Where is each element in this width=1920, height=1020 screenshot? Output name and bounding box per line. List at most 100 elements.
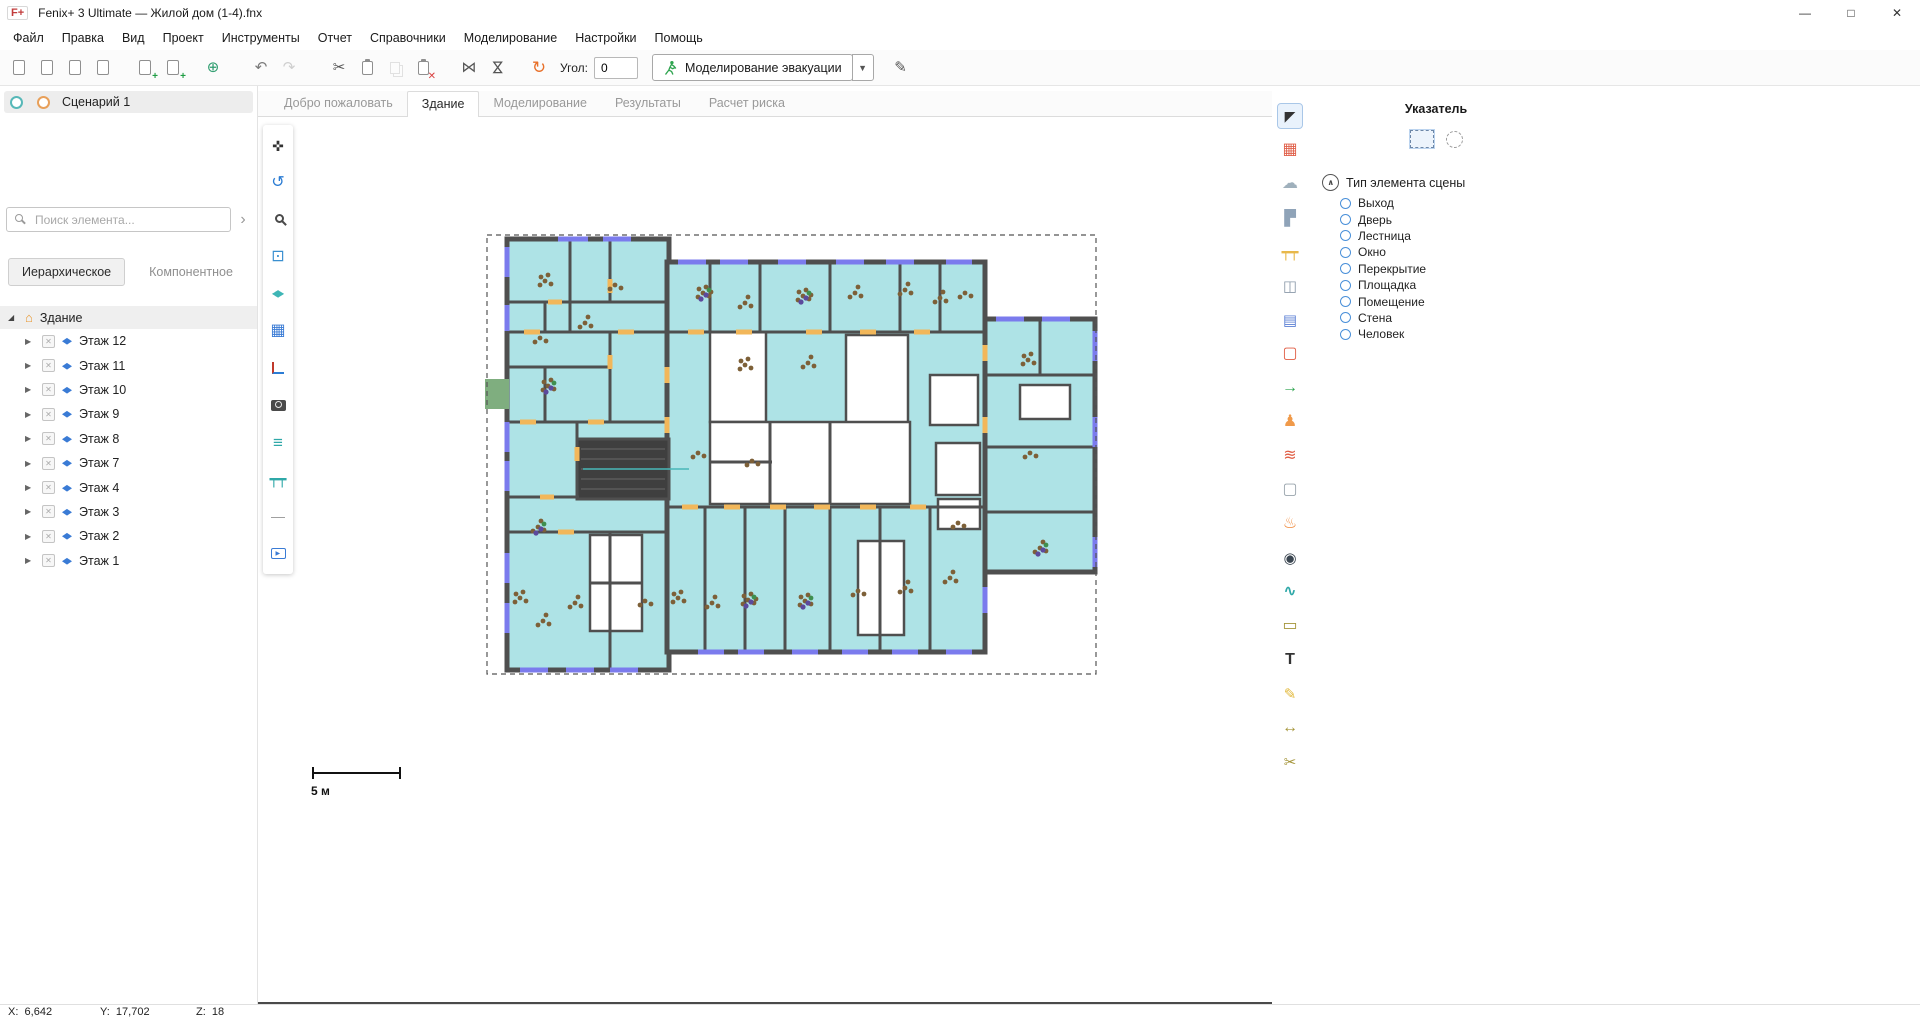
grid-icon[interactable]: ▦: [266, 319, 290, 343]
menu-tools[interactable]: Инструменты: [213, 31, 309, 45]
element-type-option[interactable]: Окно: [1340, 244, 1920, 260]
clone-scenario-icon[interactable]: +: [160, 55, 186, 81]
stairs-icon[interactable]: ▛: [1278, 206, 1302, 230]
open-project-icon[interactable]: [34, 55, 60, 81]
visibility-toggle-icon[interactable]: ✕: [42, 335, 55, 348]
door-icon[interactable]: ◫: [1278, 274, 1302, 298]
element-type-option[interactable]: Выход: [1340, 195, 1920, 211]
tree-floor-row[interactable]: ▶✕◆Этаж 1: [0, 549, 257, 573]
element-type-option[interactable]: Стена: [1340, 310, 1920, 326]
evacuation-simulation-button[interactable]: Моделирование эвакуации: [652, 54, 853, 81]
move-tool-icon[interactable]: ✜: [266, 134, 290, 158]
tree-floor-row[interactable]: ▶✕◆Этаж 4: [0, 475, 257, 499]
cloud-icon[interactable]: ☁: [1278, 172, 1302, 196]
window-icon[interactable]: ▤: [1278, 308, 1302, 332]
expand-icon[interactable]: ◢: [8, 313, 18, 322]
tree-floor-row[interactable]: ▶✕◆Этаж 8: [0, 427, 257, 451]
element-type-option[interactable]: Дверь: [1340, 211, 1920, 227]
person-icon[interactable]: ♟: [1278, 410, 1302, 434]
exit-icon[interactable]: →: [1278, 376, 1302, 400]
paste-icon[interactable]: [354, 55, 380, 81]
menu-settings[interactable]: Настройки: [566, 31, 645, 45]
tab-results[interactable]: Результаты: [601, 91, 695, 116]
menu-file[interactable]: Файл: [4, 31, 53, 45]
mirror-vertical-icon[interactable]: ⋈: [484, 55, 510, 81]
radio-icon[interactable]: [1340, 263, 1351, 274]
expand-icon[interactable]: ▶: [25, 532, 35, 541]
pointer-tool-icon[interactable]: ◤: [1278, 104, 1302, 128]
divider-line-icon[interactable]: —: [266, 504, 290, 528]
maximize-button[interactable]: □: [1828, 0, 1874, 26]
visibility-toggle-icon[interactable]: ✕: [42, 457, 55, 470]
visibility-toggle-icon[interactable]: ✕: [42, 481, 55, 494]
rooms-table-icon[interactable]: ▦: [1278, 138, 1302, 162]
radio-icon[interactable]: [1340, 280, 1351, 291]
menu-references[interactable]: Справочники: [361, 31, 455, 45]
annotation-icon[interactable]: ✎: [1278, 682, 1302, 706]
presentation-icon[interactable]: [266, 541, 290, 565]
cut-icon[interactable]: ✂: [326, 55, 352, 81]
radio-icon[interactable]: [1340, 214, 1351, 225]
expand-icon[interactable]: ▶: [25, 459, 35, 468]
element-type-option[interactable]: Помещение: [1340, 293, 1920, 309]
evacuation-dropdown-button[interactable]: ▼: [852, 54, 874, 81]
minimize-button[interactable]: —: [1782, 0, 1828, 26]
opening-icon[interactable]: ▢: [1278, 342, 1302, 366]
chart-icon[interactable]: ∿: [1278, 580, 1302, 604]
radio-icon[interactable]: [1340, 230, 1351, 241]
axes-icon[interactable]: [266, 356, 290, 380]
tree-floor-row[interactable]: ▶✕◆Этаж 3: [0, 500, 257, 524]
undo-icon[interactable]: ↶: [248, 55, 274, 81]
floorplan-canvas[interactable]: 5 м: [258, 117, 1272, 1004]
radio-icon[interactable]: [1340, 329, 1351, 340]
region-icon[interactable]: ▢: [1278, 478, 1302, 502]
expand-icon[interactable]: ▶: [25, 337, 35, 346]
scenario-state2-icon[interactable]: [37, 96, 50, 109]
visibility-toggle-icon[interactable]: ✕: [42, 432, 55, 445]
radio-icon[interactable]: [1340, 198, 1351, 209]
visibility-toggle-icon[interactable]: ✕: [42, 383, 55, 396]
tree-floor-row[interactable]: ▶✕◆Этаж 9: [0, 402, 257, 426]
visibility-toggle-icon[interactable]: ✕: [42, 554, 55, 567]
tab-building[interactable]: Здание: [407, 91, 480, 117]
rect-select-icon[interactable]: [1410, 130, 1434, 148]
text-tool-icon[interactable]: T: [1278, 648, 1302, 672]
search-input[interactable]: [6, 207, 231, 232]
hierarchy-tab-1[interactable]: Иерархическое: [8, 258, 125, 286]
expand-icon[interactable]: ▶: [25, 410, 35, 419]
delete-icon[interactable]: ✕: [410, 55, 436, 81]
menu-edit[interactable]: Правка: [53, 31, 113, 45]
view-3d-icon[interactable]: ◆: [266, 282, 290, 306]
measure-area-icon[interactable]: ▭: [1278, 614, 1302, 638]
detector-icon[interactable]: ◉: [1278, 546, 1302, 570]
expand-icon[interactable]: ▶: [25, 483, 35, 492]
dimension-icon[interactable]: ↔: [1278, 716, 1302, 740]
expand-icon[interactable]: ▶: [25, 385, 35, 394]
sync-icon[interactable]: ⊕: [200, 55, 226, 81]
tree-floor-row[interactable]: ▶✕◆Этаж 2: [0, 524, 257, 548]
menu-view[interactable]: Вид: [113, 31, 154, 45]
tree-root-row[interactable]: ◢ ⌂ Здание: [0, 306, 257, 329]
menu-report[interactable]: Отчет: [309, 31, 361, 45]
tab-modeling[interactable]: Моделирование: [479, 91, 601, 116]
zoom-tool-icon[interactable]: [266, 208, 290, 232]
mirror-horizontal-icon[interactable]: ⋈: [456, 55, 482, 81]
save-project-icon[interactable]: [62, 55, 88, 81]
check-document-icon[interactable]: ✎: [888, 55, 914, 81]
fit-view-icon[interactable]: ⊡: [266, 245, 290, 269]
menu-modeling[interactable]: Моделирование: [455, 31, 567, 45]
radio-icon[interactable]: [1340, 312, 1351, 323]
expand-icon[interactable]: ▶: [25, 507, 35, 516]
rotate-icon[interactable]: ↻: [526, 55, 552, 81]
tab-risk[interactable]: Расчет риска: [695, 91, 799, 116]
collapse-chevron-icon[interactable]: [1322, 174, 1339, 191]
element-type-option[interactable]: Лестница: [1340, 228, 1920, 244]
chevron-right-icon[interactable]: ›: [235, 211, 251, 229]
element-type-option[interactable]: Площадка: [1340, 277, 1920, 293]
radio-icon[interactable]: [1340, 296, 1351, 307]
tree-floor-row[interactable]: ▶✕◆Этаж 12: [0, 329, 257, 353]
lasso-select-icon[interactable]: [1446, 131, 1463, 148]
comb-icon[interactable]: ┯┯: [266, 467, 290, 491]
trim-icon[interactable]: ✂: [1278, 750, 1302, 774]
copy-icon[interactable]: [382, 55, 408, 81]
